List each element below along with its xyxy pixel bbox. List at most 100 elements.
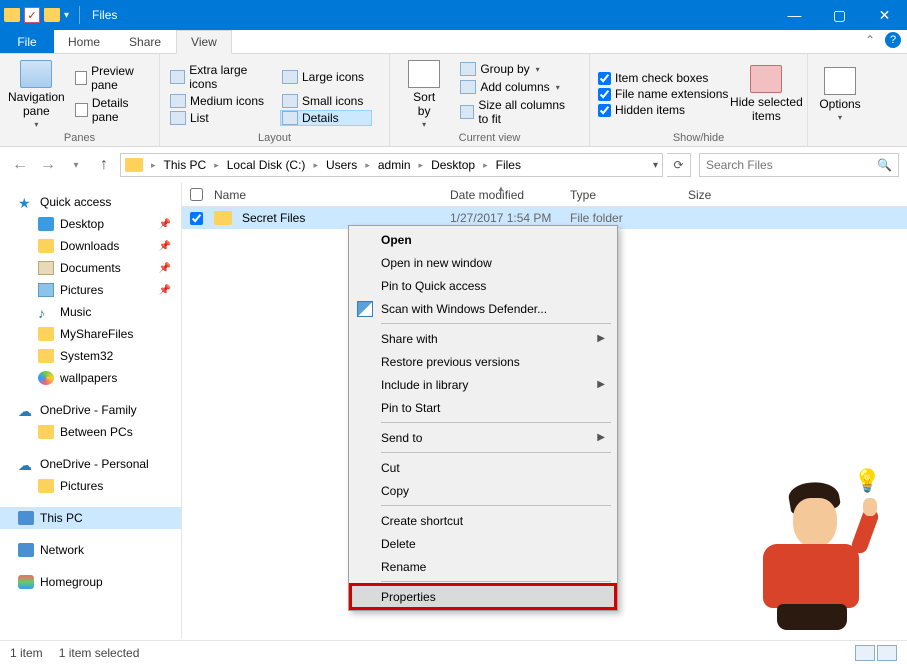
sidebar-item-icon — [38, 349, 54, 363]
help-icon[interactable]: ? — [885, 32, 901, 48]
ctx-open[interactable]: Open — [351, 228, 615, 251]
details-pane-icon — [75, 103, 88, 117]
ctx-cut[interactable]: Cut — [351, 456, 615, 479]
sidebar-item-icon — [38, 425, 54, 439]
ctx-include-library[interactable]: Include in library▶ — [351, 373, 615, 396]
crumb-desktop[interactable]: Desktop — [427, 158, 479, 172]
sidebar-item[interactable]: Pictures📌 — [0, 279, 181, 301]
column-name[interactable]: Name — [210, 188, 450, 202]
sidebar-item-icon: ♪ — [38, 305, 54, 319]
item-check-boxes-toggle[interactable]: Item check boxes — [598, 71, 728, 85]
quick-access-toolbar: ✓ ▾ — [0, 7, 73, 23]
sidebar-item-icon — [38, 479, 54, 493]
maximize-button[interactable]: ▢ — [817, 0, 862, 30]
sidebar-network[interactable]: Network — [0, 539, 181, 561]
sidebar-item[interactable]: Documents📌 — [0, 257, 181, 279]
hide-items-icon — [750, 65, 782, 93]
ctx-send-to[interactable]: Send to▶ — [351, 426, 615, 449]
file-name-extensions-toggle[interactable]: File name extensions — [598, 87, 728, 101]
ctx-pin-start[interactable]: Pin to Start — [351, 396, 615, 419]
folder-icon — [125, 158, 143, 172]
sidebar-item[interactable]: MyShareFiles — [0, 323, 181, 345]
minimize-button[interactable]: ― — [772, 0, 817, 30]
view-thumbnails-toggle[interactable] — [877, 645, 897, 661]
row-checkbox[interactable] — [190, 212, 203, 225]
sidebar-item-icon — [38, 327, 54, 341]
home-tab[interactable]: Home — [54, 30, 115, 53]
options-button[interactable]: Options ▾ — [816, 58, 864, 130]
sidebar-quick-access[interactable]: ★Quick access — [0, 191, 181, 213]
select-all-checkbox[interactable] — [190, 188, 203, 201]
qat-new-folder-icon[interactable] — [44, 8, 60, 22]
column-date[interactable]: Date modified — [450, 188, 570, 202]
ctx-restore-versions[interactable]: Restore previous versions — [351, 350, 615, 373]
share-tab[interactable]: Share — [115, 30, 176, 53]
up-button[interactable]: ↑ — [92, 153, 116, 177]
ribbon-collapse-caret[interactable]: ⌃ — [865, 33, 875, 47]
ctx-rename[interactable]: Rename — [351, 555, 615, 578]
sort-by-button[interactable]: Sort by ▾ — [398, 58, 450, 130]
sidebar-item[interactable]: Pictures — [0, 475, 181, 497]
ribbon-tabs: File Home Share View ⌃ ? — [0, 30, 907, 54]
ctx-copy[interactable]: Copy — [351, 479, 615, 502]
crumb-files[interactable]: Files — [492, 158, 525, 172]
add-columns-button[interactable]: Add columns ▾ — [458, 79, 581, 95]
group-label-current-view: Current view — [398, 130, 581, 144]
breadcrumb[interactable]: ▸ This PC▸ Local Disk (C:)▸ Users▸ admin… — [120, 153, 663, 177]
address-dropdown-caret[interactable]: ▾ — [653, 160, 658, 171]
size-columns-button[interactable]: Size all columns to fit — [458, 97, 581, 127]
preview-pane-button[interactable]: Preview pane — [73, 63, 151, 93]
view-tab[interactable]: View — [176, 30, 232, 54]
column-size[interactable]: Size — [688, 188, 758, 202]
layout-large[interactable]: Large icons — [280, 62, 372, 92]
window-title: Files — [92, 8, 117, 22]
sidebar-homegroup[interactable]: Homegroup — [0, 571, 181, 593]
sidebar-item[interactable]: wallpapers — [0, 367, 181, 389]
recent-locations-button[interactable]: ▾ — [64, 153, 88, 177]
medium-icons-icon — [170, 94, 186, 108]
ctx-delete[interactable]: Delete — [351, 532, 615, 555]
column-type[interactable]: Type — [570, 188, 688, 202]
sidebar-onedrive-personal[interactable]: ☁OneDrive - Personal — [0, 453, 181, 475]
layout-medium[interactable]: Medium icons — [168, 93, 280, 109]
forward-button[interactable]: → — [36, 153, 60, 177]
crumb-users[interactable]: Users — [322, 158, 361, 172]
ctx-scan-defender[interactable]: Scan with Windows Defender... — [351, 297, 615, 320]
sidebar-item[interactable]: Desktop📌 — [0, 213, 181, 235]
layout-small[interactable]: Small icons — [280, 93, 372, 109]
crumb-local-disk[interactable]: Local Disk (C:) — [223, 158, 310, 172]
preview-pane-icon — [75, 71, 87, 85]
hidden-items-toggle[interactable]: Hidden items — [598, 103, 728, 117]
details-pane-button[interactable]: Details pane — [73, 95, 151, 125]
sidebar-onedrive-family[interactable]: ☁OneDrive - Family — [0, 399, 181, 421]
sidebar-item[interactable]: ♪Music — [0, 301, 181, 323]
layout-list[interactable]: List — [168, 110, 280, 126]
layout-extra-large[interactable]: Extra large icons — [168, 62, 280, 92]
view-details-toggle[interactable] — [855, 645, 875, 661]
search-box[interactable]: 🔍 — [699, 153, 899, 177]
ctx-properties[interactable]: Properties — [351, 585, 615, 608]
qat-customize-caret[interactable]: ▾ — [64, 10, 69, 21]
layout-details[interactable]: Details — [280, 110, 372, 126]
crumb-admin[interactable]: admin — [374, 158, 415, 172]
group-by-button[interactable]: Group by ▾ — [458, 61, 581, 77]
search-input[interactable] — [706, 158, 877, 172]
navigation-pane-button[interactable]: Navigation pane ▾ — [8, 58, 65, 130]
close-button[interactable]: ✕ — [862, 0, 907, 30]
status-item-count: 1 item — [10, 646, 43, 660]
sidebar-item[interactable]: Between PCs — [0, 421, 181, 443]
ctx-create-shortcut[interactable]: Create shortcut — [351, 509, 615, 532]
small-icons-icon — [282, 94, 298, 108]
sidebar-item[interactable]: Downloads📌 — [0, 235, 181, 257]
refresh-button[interactable]: ⟳ — [667, 153, 691, 177]
sidebar-this-pc[interactable]: This PC — [0, 507, 181, 529]
crumb-this-pc[interactable]: This PC — [160, 158, 211, 172]
ctx-share-with[interactable]: Share with▶ — [351, 327, 615, 350]
file-tab[interactable]: File — [0, 30, 54, 53]
back-button[interactable]: ← — [8, 153, 32, 177]
ctx-open-new-window[interactable]: Open in new window — [351, 251, 615, 274]
ctx-pin-quick-access[interactable]: Pin to Quick access — [351, 274, 615, 297]
sidebar-item[interactable]: System32 — [0, 345, 181, 367]
hide-selected-items-button[interactable]: Hide selected items — [736, 58, 796, 130]
qat-properties-icon[interactable]: ✓ — [24, 7, 40, 23]
